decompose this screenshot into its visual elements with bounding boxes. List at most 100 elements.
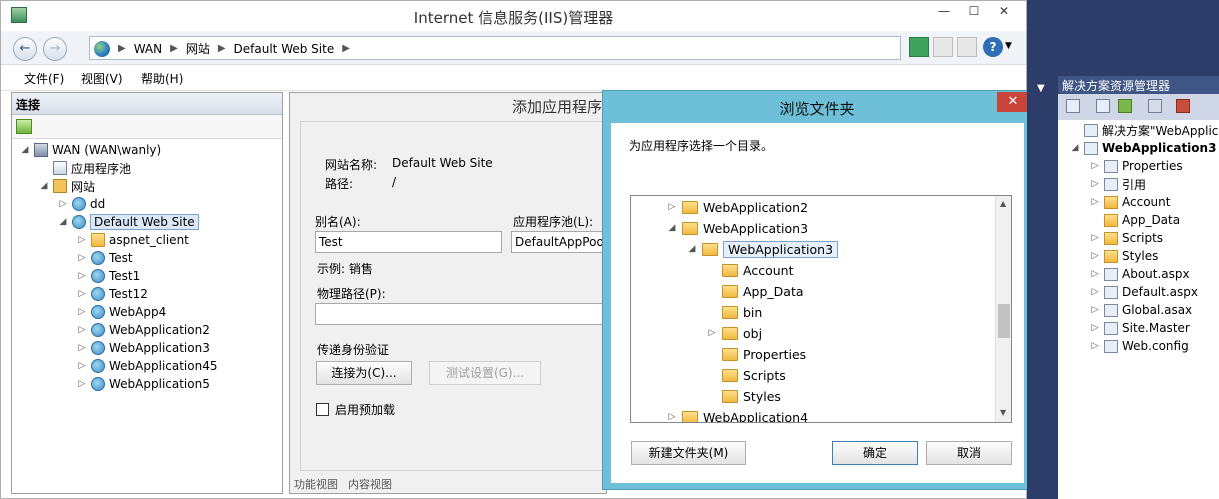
folder-node[interactable]: Account (707, 260, 793, 280)
tree-node[interactable]: ▷ WebApplication5 (77, 375, 210, 393)
home-icon[interactable] (957, 37, 977, 57)
scroll-thumb[interactable] (998, 304, 1010, 338)
forward-button[interactable]: → (43, 37, 67, 61)
expander-icon[interactable]: ▷ (1090, 251, 1100, 261)
properties-icon[interactable] (1066, 99, 1080, 113)
expander-icon[interactable]: ▷ (77, 325, 87, 335)
help-icon[interactable]: ? (983, 37, 1003, 57)
tree-node[interactable]: ◢ 网站 (39, 177, 95, 195)
view-designer-icon[interactable] (1148, 99, 1162, 113)
close-icon[interactable]: ✕ (997, 92, 1029, 112)
chevron-down-icon[interactable]: ▼ (1037, 83, 1045, 94)
cancel-button[interactable]: 取消 (926, 441, 1012, 465)
solution-node[interactable]: ▷ Styles (1090, 247, 1159, 265)
folder-node[interactable]: Properties (707, 344, 806, 364)
tree-node[interactable]: ▷ WebApplication45 (77, 357, 217, 375)
minimize-icon[interactable]: — (929, 1, 959, 21)
expander-icon[interactable]: ▷ (1090, 197, 1100, 207)
expander-icon[interactable]: ▷ (1090, 305, 1100, 315)
back-button[interactable]: ← (13, 37, 37, 61)
tree-node[interactable]: 应用程序池 (39, 159, 131, 177)
tree-node[interactable]: ▷ aspnet_client (77, 231, 189, 249)
chevron-down-icon[interactable]: ▼ (1005, 41, 1012, 51)
tab-content-view[interactable]: 内容视图 (348, 476, 392, 492)
expander-icon[interactable]: ◢ (39, 181, 49, 191)
tab-features-view[interactable]: 功能视图 (294, 476, 338, 492)
folder-node[interactable]: Styles (707, 386, 781, 406)
folder-node[interactable]: ◢ WebApplication3 (667, 218, 809, 238)
stop-icon[interactable] (933, 37, 953, 57)
expander-icon[interactable]: ◢ (667, 223, 677, 233)
expander-icon[interactable]: ◢ (58, 217, 68, 227)
menu-file[interactable]: 文件(F) (24, 70, 64, 87)
breadcrumb-item[interactable]: WAN (134, 42, 162, 56)
show-all-files-icon[interactable] (1096, 99, 1110, 113)
solution-node[interactable]: 解决方案"WebApplicat (1070, 121, 1219, 139)
expander-icon[interactable]: ◢ (687, 244, 697, 254)
app-pool-field[interactable]: DefaultAppPool (511, 231, 605, 253)
folder-node[interactable]: ▷ WebApplication2 (667, 197, 809, 217)
folder-node[interactable]: App_Data (707, 281, 804, 301)
solution-node[interactable]: ▷ Properties (1090, 157, 1183, 175)
expander-icon[interactable]: ▷ (77, 271, 87, 281)
new-folder-button[interactable]: 新建文件夹(M) (631, 441, 746, 465)
solution-node[interactable]: ▷ Global.asax (1090, 301, 1193, 319)
folder-tree[interactable]: ▷ WebApplication2 ◢ WebApplication3 ◢ WebAppl… (630, 195, 1012, 423)
expander-icon[interactable]: ▷ (667, 202, 677, 212)
expander-icon[interactable]: ▷ (77, 379, 87, 389)
solution-node[interactable]: ◢ WebApplication3 (1070, 139, 1217, 157)
ok-button[interactable]: 确定 (832, 441, 918, 465)
expander-icon[interactable]: ◢ (1070, 143, 1080, 153)
folder-tree-scrollbar[interactable]: ▲ ▼ (995, 196, 1011, 422)
class-view-icon[interactable] (1176, 99, 1190, 113)
tree-node[interactable]: ▷ Test (77, 249, 133, 267)
enable-preload-checkbox[interactable] (316, 403, 329, 416)
expander-icon[interactable]: ▷ (77, 343, 87, 353)
solution-node[interactable]: ▷ Scripts (1090, 229, 1164, 247)
connect-icon[interactable] (16, 119, 32, 134)
tree-node[interactable]: ▷ WebApplication2 (77, 321, 210, 339)
expander-icon[interactable]: ▷ (77, 361, 87, 371)
expander-icon[interactable]: ▷ (1090, 341, 1100, 351)
close-icon[interactable]: ✕ (989, 1, 1019, 21)
expander-icon[interactable]: ▷ (77, 289, 87, 299)
tree-node[interactable]: ▷ dd (58, 195, 105, 213)
solution-node[interactable]: ▷ Account (1090, 193, 1171, 211)
expander-icon[interactable]: ▷ (77, 235, 87, 245)
solution-node[interactable]: ▷ Web.config (1090, 337, 1189, 355)
scroll-up-icon[interactable]: ▲ (1000, 199, 1006, 208)
expander-icon[interactable]: ◢ (20, 145, 30, 155)
tree-node[interactable]: ▷ WebApplication3 (77, 339, 210, 357)
folder-node[interactable]: bin (707, 302, 762, 322)
menu-view[interactable]: 视图(V) (81, 70, 123, 87)
solution-node[interactable]: ▷ 引用 (1090, 175, 1146, 193)
tree-node[interactable]: ◢ WAN (WAN\wanly) (20, 141, 161, 159)
tree-node[interactable]: ▷ Test1 (77, 267, 140, 285)
expander-icon[interactable]: ▷ (58, 199, 68, 209)
expander-icon[interactable]: ▷ (1090, 287, 1100, 297)
folder-node[interactable]: ◢ WebApplication3 (687, 239, 839, 259)
solution-node[interactable]: ▷ Default.aspx (1090, 283, 1198, 301)
folder-node[interactable]: ▷ WebApplication4 (667, 407, 808, 422)
solution-node[interactable]: App_Data (1090, 211, 1180, 229)
menu-help[interactable]: 帮助(H) (141, 70, 183, 87)
tree-node[interactable]: ◢ Default Web Site (58, 213, 199, 231)
physical-path-input[interactable] (315, 303, 605, 325)
connect-as-button[interactable]: 连接为(C)... (316, 361, 412, 385)
expander-icon[interactable]: ▷ (667, 412, 677, 422)
solution-node[interactable]: ▷ About.aspx (1090, 265, 1190, 283)
breadcrumb-item[interactable]: Default Web Site (234, 42, 335, 56)
solution-node[interactable]: ▷ Site.Master (1090, 319, 1190, 337)
expander-icon[interactable]: ▷ (1090, 323, 1100, 333)
tree-node[interactable]: ▷ Test12 (77, 285, 148, 303)
breadcrumb-item[interactable]: 网站 (186, 40, 210, 57)
expander-icon[interactable]: ▷ (1090, 269, 1100, 279)
expander-icon[interactable]: ▷ (1090, 161, 1100, 171)
tree-node[interactable]: ▷ WebApp4 (77, 303, 166, 321)
alias-input[interactable]: Test (315, 231, 502, 253)
scroll-down-icon[interactable]: ▼ (1000, 408, 1006, 417)
expander-icon[interactable]: ▷ (707, 328, 717, 338)
refresh-icon[interactable] (1118, 99, 1132, 113)
breadcrumb[interactable]: ▶ WAN ▶ 网站 ▶ Default Web Site ▶ (89, 36, 901, 60)
maximize-icon[interactable]: ☐ (959, 1, 989, 21)
